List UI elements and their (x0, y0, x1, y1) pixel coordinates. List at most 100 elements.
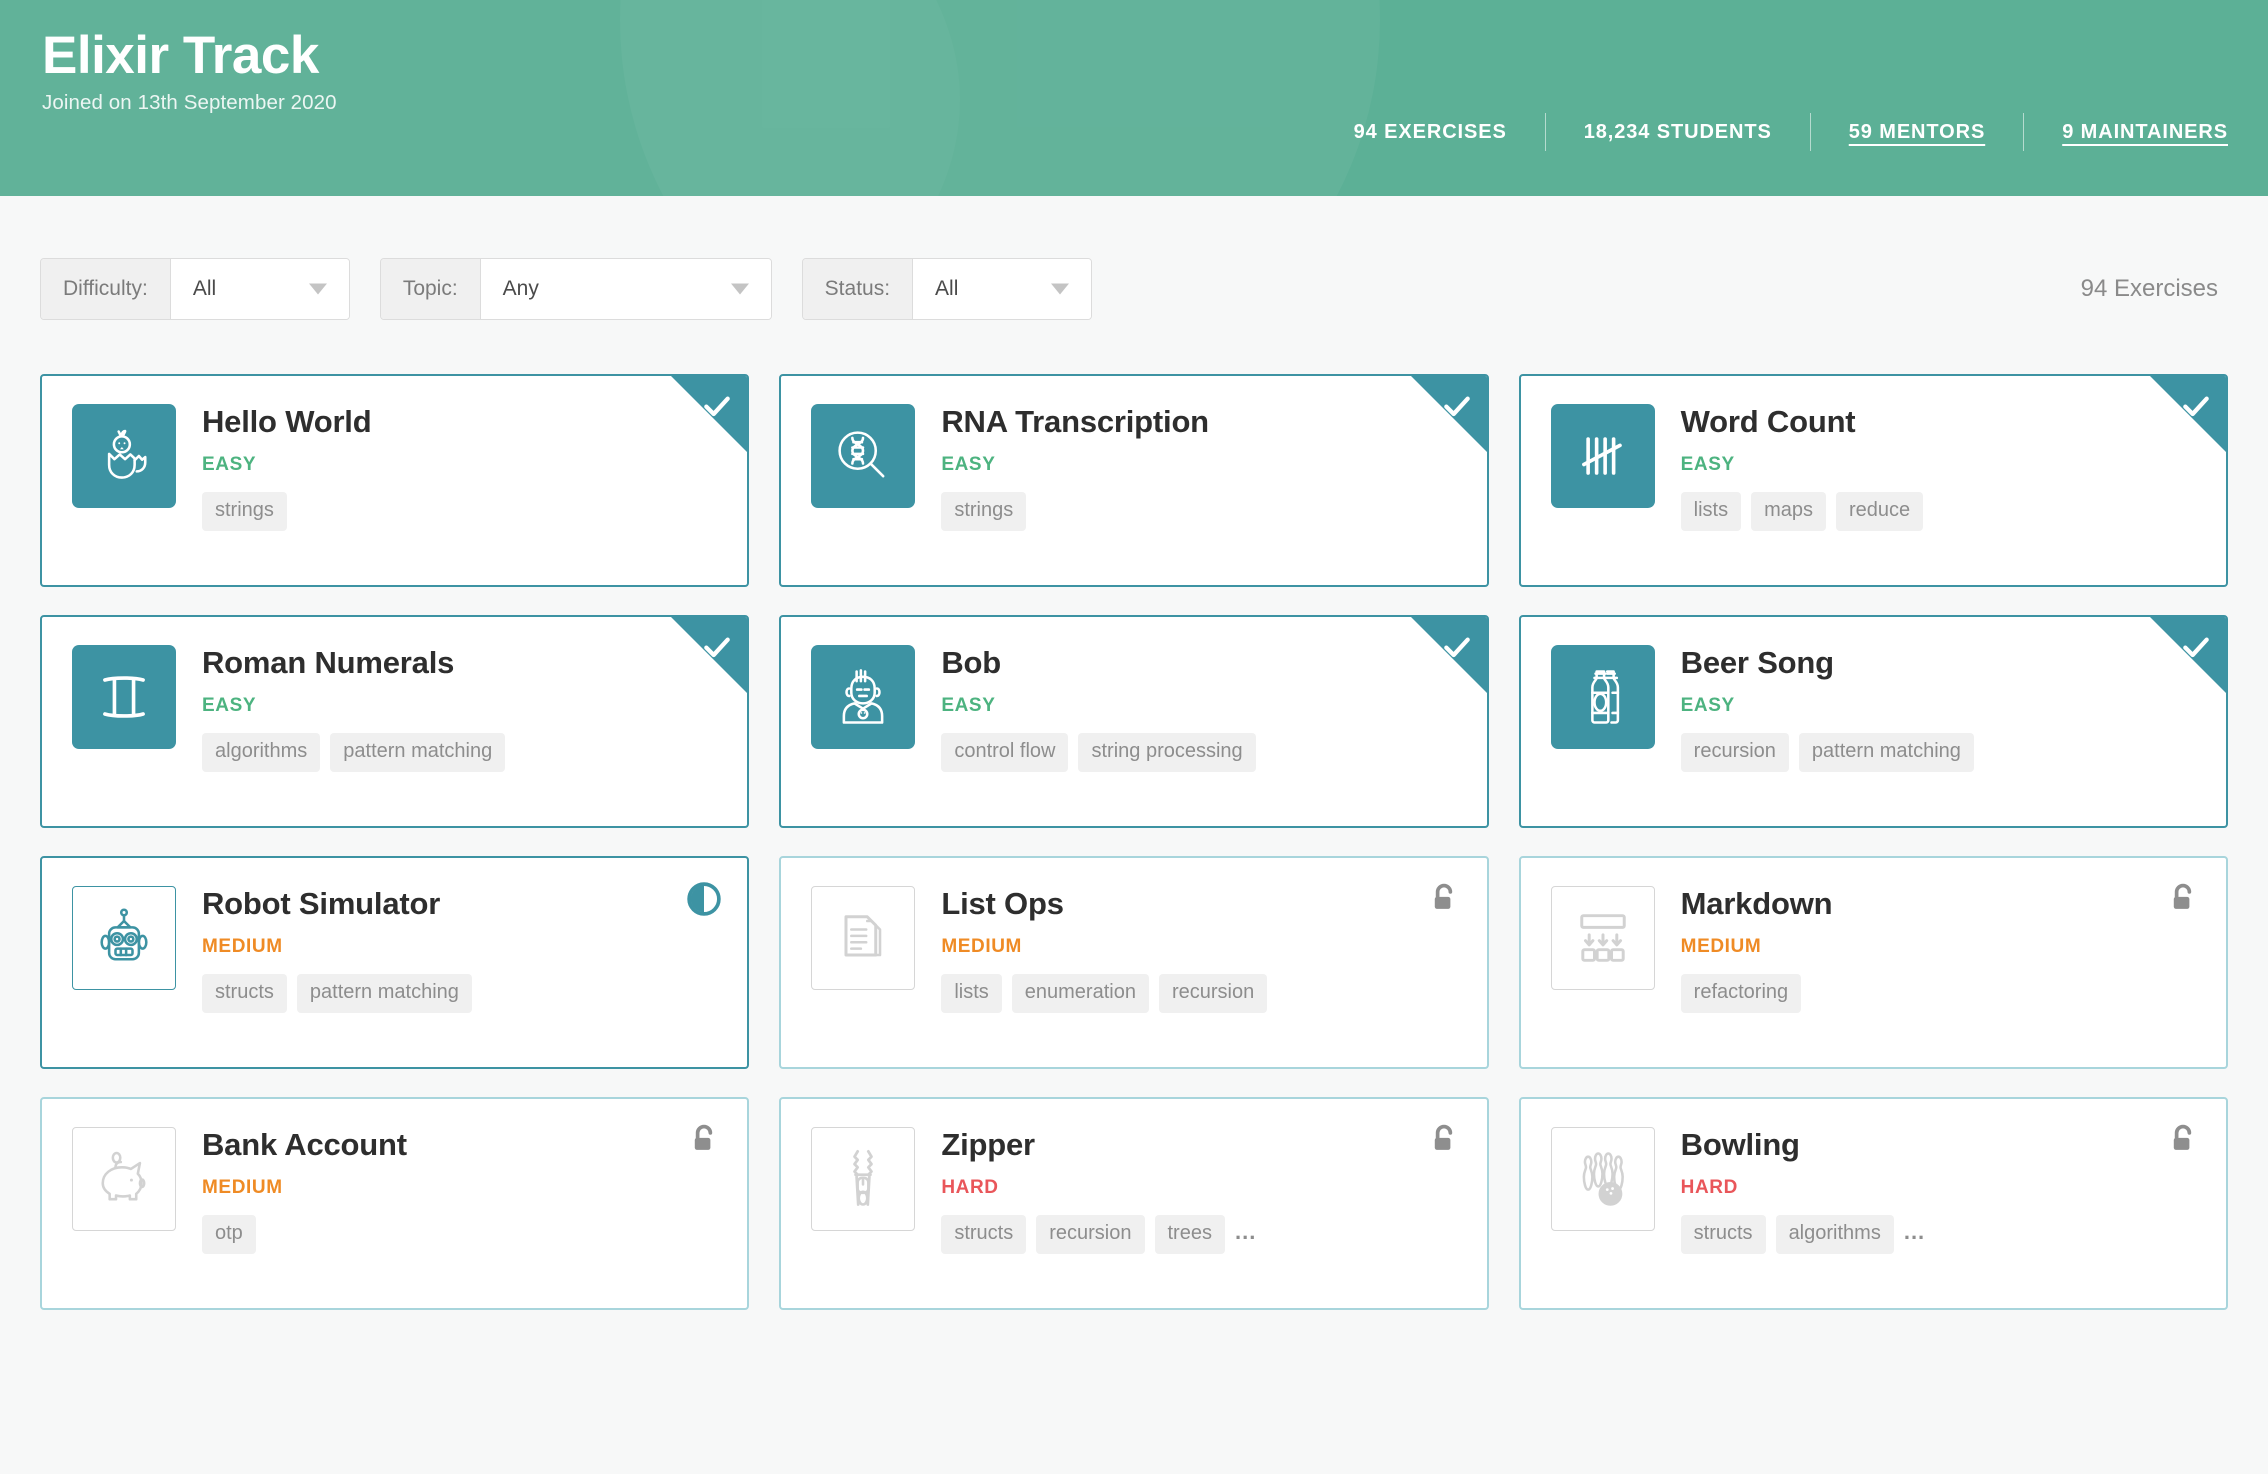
difficulty-badge: EASY (941, 453, 996, 475)
tag[interactable]: recursion (1036, 1214, 1145, 1254)
documents-icon (811, 886, 916, 990)
header-stat-3[interactable]: 9 MAINTAINERS (2024, 121, 2238, 144)
tag[interactable]: otp (202, 1214, 256, 1254)
exercise-card[interactable]: Markdown MEDIUM refactoring (1518, 856, 2228, 1069)
topic-filter[interactable]: Topic: Any (379, 258, 772, 320)
chick-hatching-icon (72, 404, 176, 508)
check-icon (701, 631, 733, 663)
tag[interactable]: recursion (1680, 732, 1789, 772)
tag[interactable]: trees (1154, 1214, 1225, 1254)
difficulty-badge: HARD (1680, 1176, 1738, 1198)
track-header: Elixir Track Joined on 13th September 20… (0, 0, 2268, 196)
tag[interactable]: recursion (1158, 973, 1268, 1013)
status-filter[interactable]: Status: All (801, 258, 1093, 320)
exercise-card-body: Markdown MEDIUM refactoring (1655, 886, 1833, 1013)
exercise-card[interactable]: Roman Numerals EASY algorithms pattern matc… (40, 615, 750, 828)
exercise-card-body: Bob EASY control flow string processing (915, 645, 1265, 772)
exercise-card-body: Hello World EASY strings (176, 404, 372, 531)
bowling-pins-icon (1550, 1127, 1655, 1231)
tag-list: strings (202, 491, 371, 531)
roman-numeral-two-icon (72, 645, 176, 749)
exercise-card[interactable]: Bowling HARD structs algorithms... (1518, 1097, 2228, 1310)
difficulty-filter-select[interactable]: All (170, 259, 349, 319)
tag[interactable]: algorithms (202, 732, 321, 772)
exercise-count: 94 Exercises (2080, 275, 2218, 302)
tag[interactable]: strings (202, 491, 287, 531)
check-icon (1441, 631, 1473, 663)
exercise-card[interactable]: Robot Simulator MEDIUM structs pattern matc… (40, 856, 750, 1069)
exercise-card[interactable]: Zipper HARD structs recursion trees... (779, 1097, 1489, 1310)
piggy-bank-icon (72, 1127, 176, 1231)
exercise-grid: Hello World EASY strings RNA Transcription E… (0, 320, 2268, 1310)
more-tags-ellipsis[interactable]: ... (1235, 1219, 1256, 1249)
teenager-icon (811, 645, 916, 749)
exercise-card[interactable]: Beer Song EASY recursion pattern matching (1518, 615, 2228, 828)
difficulty-badge: EASY (202, 453, 257, 475)
beer-bottles-icon (1550, 645, 1655, 749)
exercise-title: RNA Transcription (941, 404, 1209, 439)
status-filter-label: Status: (802, 259, 914, 319)
exercise-title: Beer Song (1680, 645, 1834, 680)
unlock-icon (2166, 882, 2200, 916)
tag[interactable]: lists (1680, 491, 1742, 531)
difficulty-badge: MEDIUM (941, 935, 1022, 957)
tag-list: algorithms pattern matching (202, 732, 515, 772)
tag[interactable]: lists (941, 973, 1002, 1013)
tag[interactable]: algorithms (1775, 1214, 1894, 1254)
header-stat-1: 18,234 STUDENTS (1583, 120, 1772, 143)
tag-list: lists maps reduce (1680, 491, 1934, 531)
tally-marks-icon (1550, 404, 1655, 508)
check-icon (2180, 631, 2212, 663)
exercise-title: Markdown (1680, 886, 1833, 921)
tag[interactable]: structs (1680, 1214, 1766, 1254)
topic-filter-value: Any (502, 277, 539, 300)
dna-magnifier-icon (811, 404, 916, 508)
difficulty-filter[interactable]: Difficulty: All (40, 258, 350, 320)
exercise-card-body: Beer Song EASY recursion pattern matching (1655, 645, 1984, 772)
tag[interactable]: structs (941, 1214, 1027, 1254)
exercise-title: Roman Numerals (202, 645, 455, 680)
more-tags-ellipsis[interactable]: ... (1904, 1219, 1925, 1249)
unlock-icon (687, 1123, 721, 1157)
tag[interactable]: structs (202, 973, 287, 1013)
exercise-title: Hello World (202, 404, 372, 439)
track-identity: Elixir Track Joined on 13th September 20… (42, 26, 337, 115)
tag[interactable]: refactoring (1680, 973, 1802, 1013)
tag[interactable]: maps (1751, 491, 1827, 531)
tag[interactable]: reduce (1836, 491, 1924, 531)
tag[interactable]: string processing (1078, 732, 1256, 772)
header-stat-2[interactable]: 59 MENTORS (1811, 121, 2023, 144)
exercise-title: Bowling (1680, 1127, 1800, 1162)
exercise-title: Word Count (1680, 404, 1856, 439)
exercise-title: Bank Account (202, 1127, 407, 1162)
tag[interactable]: pattern matching (1798, 732, 1974, 772)
check-icon (1441, 390, 1473, 422)
page-title: Elixir Track (42, 26, 319, 85)
unlock-icon (2166, 1123, 2200, 1157)
exercise-card[interactable]: Word Count EASY lists maps reduce (1518, 374, 2228, 587)
exercise-card-body: Robot Simulator MEDIUM structs pattern matc… (176, 886, 482, 1013)
zipper-icon (811, 1127, 916, 1231)
tag[interactable]: enumeration (1011, 973, 1149, 1013)
exercise-card-body: Zipper HARD structs recursion trees... (915, 1127, 1256, 1254)
tag-list: control flow string processing (941, 732, 1265, 772)
in-progress-icon (687, 882, 722, 916)
tag[interactable]: pattern matching (330, 732, 506, 772)
header-stats: 94 EXERCISES 18,234 STUDENTS 59 MENTORS 9 M… (1316, 113, 2238, 151)
difficulty-badge: MEDIUM (202, 935, 283, 957)
difficulty-filter-label: Difficulty: (41, 259, 171, 319)
topic-filter-select[interactable]: Any (480, 259, 771, 319)
exercise-title: Bob (941, 645, 1001, 680)
tag[interactable]: pattern matching (296, 973, 472, 1013)
exercise-card[interactable]: Hello World EASY strings (40, 374, 750, 587)
status-filter-select[interactable]: All (913, 259, 1092, 319)
joined-date: Joined on 13th September 2020 (42, 91, 337, 115)
tag[interactable]: control flow (941, 732, 1069, 772)
exercise-title: Robot Simulator (202, 886, 441, 921)
exercise-card[interactable]: List Ops MEDIUM lists enumeration recursion (779, 856, 1489, 1069)
exercise-card[interactable]: Bank Account MEDIUM otp (40, 1097, 750, 1310)
exercise-card[interactable]: RNA Transcription EASY strings (779, 374, 1489, 587)
tag[interactable]: strings (941, 491, 1027, 531)
exercise-card[interactable]: Bob EASY control flow string processing (779, 615, 1489, 828)
chevron-down-icon (1051, 283, 1070, 295)
